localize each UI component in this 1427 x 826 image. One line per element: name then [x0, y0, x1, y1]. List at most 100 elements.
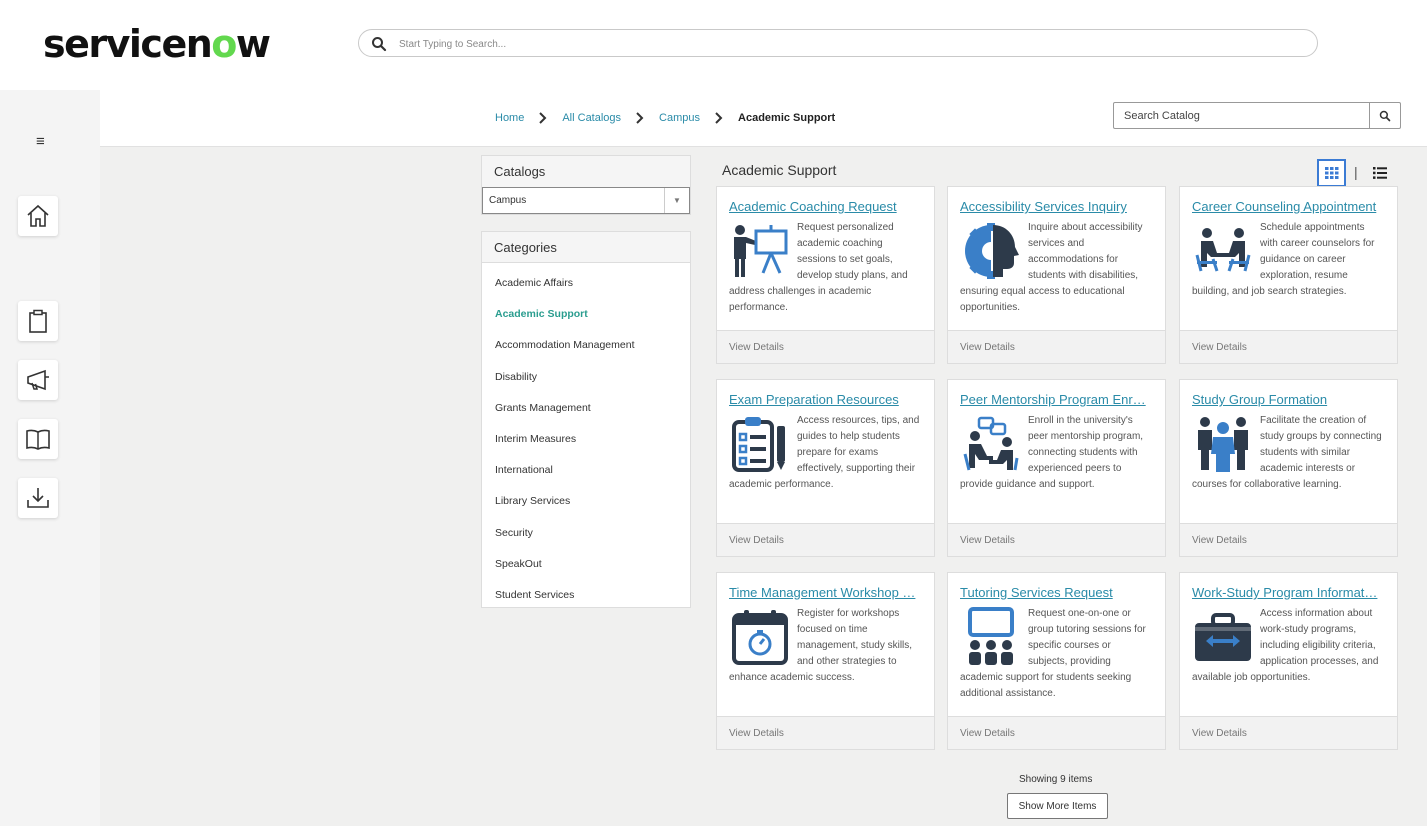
- view-details-link[interactable]: View Details: [717, 523, 934, 556]
- card-body: Accessibility Services Inquiry Inquire ab…: [948, 187, 1165, 330]
- rail-knowledge-button[interactable]: [18, 419, 58, 459]
- breadcrumb-current: Academic Support: [738, 112, 836, 124]
- group-icon: [1192, 413, 1254, 475]
- catalog-item-card[interactable]: Exam Preparation Resources Access resourc…: [716, 379, 935, 557]
- category-item[interactable]: Security: [482, 517, 690, 548]
- view-details-link[interactable]: View Details: [948, 330, 1165, 363]
- card-title-link[interactable]: Peer Mentorship Program Enr…: [960, 392, 1153, 408]
- card-body: Study Group Formation Facilitate the crea…: [1180, 380, 1397, 523]
- grid-view-icon: [1324, 167, 1338, 179]
- catalog-search-input[interactable]: [1124, 107, 1364, 125]
- content-area: Home All Catalogs Campus Academic Suppor…: [100, 90, 1427, 826]
- catalog-item-card[interactable]: Time Management Workshop … Register for w…: [716, 572, 935, 750]
- section-title: Academic Support: [722, 162, 837, 178]
- show-more-button[interactable]: Show More Items: [1007, 793, 1108, 819]
- card-body: Tutoring Services Request Request one-on-…: [948, 573, 1165, 716]
- home-icon: [27, 204, 49, 227]
- catalogs-panel-title: Catalogs: [482, 156, 690, 187]
- view-details-link[interactable]: View Details: [948, 716, 1165, 749]
- categories-panel: Categories Academic Affairs Academic Supp…: [481, 231, 691, 608]
- card-title-link[interactable]: Time Management Workshop …: [729, 585, 922, 601]
- classroom-icon: [960, 606, 1022, 668]
- catalog-select[interactable]: Campus ▼: [482, 187, 690, 214]
- card-body: Work-Study Program Informat… Access infor…: [1180, 573, 1397, 716]
- card-body: Career Counseling Appointment Schedule ap…: [1180, 187, 1397, 330]
- card-title-link[interactable]: Career Counseling Appointment: [1192, 199, 1385, 215]
- rail-requests-button[interactable]: [18, 301, 58, 341]
- servicenow-logo[interactable]: servicenow: [43, 22, 271, 66]
- rail-download-button[interactable]: [18, 478, 58, 518]
- global-search-input[interactable]: [399, 34, 1279, 54]
- card-title-link[interactable]: Work-Study Program Informat…: [1192, 585, 1385, 601]
- counseling-icon: [1192, 220, 1254, 282]
- category-item[interactable]: Academic Affairs: [482, 267, 690, 298]
- breadcrumb-home[interactable]: Home: [495, 112, 524, 124]
- book-icon: [26, 429, 50, 450]
- head-gear-icon: [960, 220, 1022, 282]
- categories-panel-title: Categories: [482, 232, 690, 263]
- card-body: Peer Mentorship Program Enr… Enroll in th…: [948, 380, 1165, 523]
- view-details-link[interactable]: View Details: [1180, 523, 1397, 556]
- catalog-search-box[interactable]: [1113, 102, 1401, 129]
- list-view-icon: [1373, 167, 1387, 179]
- category-item[interactable]: SpeakOut: [482, 548, 690, 579]
- category-item[interactable]: Accommodation Management: [482, 329, 690, 360]
- category-item[interactable]: Library Services: [482, 485, 690, 516]
- catalog-item-card[interactable]: Academic Coaching Request Request persona…: [716, 186, 935, 364]
- top-header: servicenow: [0, 0, 1427, 90]
- category-item[interactable]: Interim Measures: [482, 423, 690, 454]
- view-details-link[interactable]: View Details: [1180, 716, 1397, 749]
- presenter-icon: [729, 220, 791, 282]
- card-title-link[interactable]: Study Group Formation: [1192, 392, 1385, 408]
- rail-home-button[interactable]: [18, 196, 58, 236]
- card-title-link[interactable]: Exam Preparation Resources: [729, 392, 922, 408]
- catalog-item-card[interactable]: Study Group Formation Facilitate the crea…: [1179, 379, 1398, 557]
- megaphone-icon: [27, 369, 49, 391]
- global-search-bar[interactable]: [358, 29, 1318, 57]
- card-body: Academic Coaching Request Request persona…: [717, 187, 934, 330]
- breadcrumb-bar: Home All Catalogs Campus Academic Suppor…: [100, 90, 1427, 147]
- card-body: Time Management Workshop … Register for w…: [717, 573, 934, 716]
- category-item[interactable]: Disability: [482, 361, 690, 392]
- breadcrumb: Home All Catalogs Campus Academic Suppor…: [495, 111, 835, 125]
- search-icon: [372, 37, 387, 52]
- mentorship-icon: [960, 413, 1022, 475]
- breadcrumb-campus[interactable]: Campus: [659, 112, 700, 124]
- left-rail: ≡: [0, 90, 100, 826]
- chevron-right-icon: [712, 111, 726, 125]
- card-title-link[interactable]: Accessibility Services Inquiry: [960, 199, 1153, 215]
- catalog-item-card[interactable]: Accessibility Services Inquiry Inquire ab…: [947, 186, 1166, 364]
- list-view-toggle[interactable]: [1370, 164, 1390, 182]
- category-item[interactable]: Grants Management: [482, 392, 690, 423]
- briefcase-icon: [1192, 606, 1254, 668]
- view-details-link[interactable]: View Details: [717, 330, 934, 363]
- clipboard-icon: [29, 309, 47, 333]
- categories-list: Academic Affairs Academic Support Accommod…: [482, 263, 690, 610]
- view-details-link[interactable]: View Details: [717, 716, 934, 749]
- breadcrumb-all-catalogs[interactable]: All Catalogs: [562, 112, 621, 124]
- caret-down-icon: ▼: [664, 188, 689, 213]
- category-item[interactable]: International: [482, 454, 690, 485]
- items-count: Showing 9 items: [1019, 774, 1093, 785]
- hamburger-menu-icon[interactable]: ≡: [36, 134, 45, 149]
- chevron-right-icon: [536, 111, 550, 125]
- grid-view-toggle[interactable]: [1317, 159, 1346, 187]
- card-title-link[interactable]: Academic Coaching Request: [729, 199, 922, 215]
- checklist-icon: [729, 413, 791, 475]
- catalog-item-card[interactable]: Work-Study Program Informat… Access infor…: [1179, 572, 1398, 750]
- view-details-link[interactable]: View Details: [1180, 330, 1397, 363]
- card-title-link[interactable]: Tutoring Services Request: [960, 585, 1153, 601]
- catalog-item-card[interactable]: Career Counseling Appointment Schedule ap…: [1179, 186, 1398, 364]
- view-toggle-divider: |: [1354, 164, 1358, 180]
- catalog-item-card[interactable]: Tutoring Services Request Request one-on-…: [947, 572, 1166, 750]
- catalog-item-card[interactable]: Peer Mentorship Program Enr… Enroll in th…: [947, 379, 1166, 557]
- catalogs-panel: Catalogs Campus ▼: [481, 155, 691, 215]
- calendar-timer-icon: [729, 606, 791, 668]
- chevron-right-icon: [633, 111, 647, 125]
- view-details-link[interactable]: View Details: [948, 523, 1165, 556]
- catalog-select-value: Campus: [489, 195, 527, 206]
- rail-announcements-button[interactable]: [18, 360, 58, 400]
- catalog-search-button[interactable]: [1369, 103, 1400, 128]
- category-item[interactable]: Academic Support: [482, 298, 690, 329]
- category-item[interactable]: Student Services: [482, 579, 690, 610]
